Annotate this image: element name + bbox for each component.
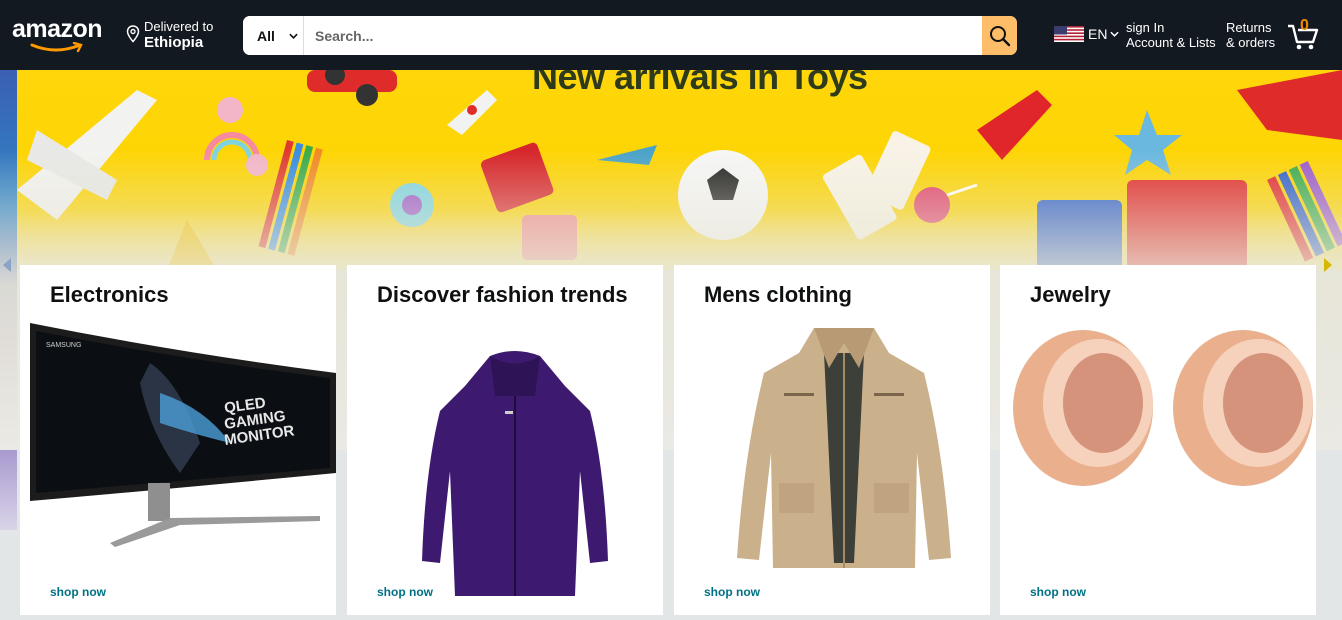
search-bar: All bbox=[243, 16, 1017, 55]
top-navbar: amazon Delivered to Ethiopia All Search.… bbox=[0, 0, 1342, 70]
search-category-label: All bbox=[257, 27, 275, 44]
cart-count: 0 bbox=[1300, 17, 1309, 34]
deliver-text: Delivered to Ethiopia bbox=[144, 19, 213, 53]
monitor-brand: SAMSUNG bbox=[46, 342, 81, 349]
returns-label: Returns bbox=[1226, 20, 1272, 35]
search-input[interactable] bbox=[304, 16, 982, 55]
orders-label: & orders bbox=[1226, 35, 1276, 50]
card-mens-clothing[interactable]: Mens clothing shop now bbox=[674, 265, 990, 615]
logo-text: amazon bbox=[12, 15, 103, 43]
qled-gaming-monitor-image: SAMSUNG QLED GAMING MONITOR bbox=[30, 323, 336, 547]
logo-smile-icon bbox=[30, 42, 83, 53]
sign-in-label: sign In bbox=[1126, 20, 1165, 35]
carousel-next-icon[interactable] bbox=[1324, 258, 1332, 272]
card-title: Jewelry bbox=[1030, 282, 1111, 307]
shop-now-link[interactable]: shop now bbox=[377, 585, 433, 599]
card-electronics[interactable]: Electronics SAMSUNG QLED GAMING MONITOR … bbox=[20, 265, 336, 615]
card-title: Electronics bbox=[50, 282, 169, 307]
chevron-down-icon bbox=[289, 33, 298, 39]
shop-now-link[interactable]: shop now bbox=[704, 585, 760, 599]
amazon-home-page: amazon Delivered to Ethiopia All Search.… bbox=[0, 0, 1342, 620]
card-jewelry[interactable]: Jewelry shop now bbox=[1000, 265, 1316, 615]
shop-now-link[interactable]: shop now bbox=[1030, 585, 1086, 599]
khaki-jacket-image bbox=[737, 328, 951, 568]
carousel-prev-icon[interactable] bbox=[3, 258, 11, 272]
us-flag-icon bbox=[1054, 26, 1084, 42]
deliver-country: Ethiopia bbox=[144, 34, 204, 51]
card-title: Discover fashion trends bbox=[377, 282, 628, 307]
deliver-label: Delivered to bbox=[144, 19, 214, 34]
card-title: Mens clothing bbox=[704, 282, 852, 307]
card-fashion[interactable]: Discover fashion trends shop now bbox=[347, 265, 663, 615]
purple-jacket-image bbox=[422, 351, 608, 596]
language-selector[interactable]: EN bbox=[1054, 26, 1120, 42]
search-button[interactable] bbox=[982, 16, 1017, 55]
deliver-to[interactable]: Delivered to Ethiopia bbox=[126, 19, 213, 53]
search-category-select[interactable]: All bbox=[243, 16, 304, 55]
shop-now-link[interactable]: shop now bbox=[50, 585, 106, 599]
language-code: EN bbox=[1088, 26, 1108, 42]
account-lists-label: Account & Lists bbox=[1126, 35, 1216, 50]
cart-button[interactable]: 0 bbox=[1286, 17, 1322, 52]
amazon-logo[interactable]: amazon bbox=[12, 15, 104, 53]
rose-gold-rings-image bbox=[1013, 330, 1313, 486]
returns-orders-link[interactable]: Returns & orders bbox=[1226, 20, 1275, 50]
search-icon bbox=[989, 25, 1010, 46]
account-menu[interactable]: sign In Account & Lists bbox=[1126, 20, 1216, 50]
location-pin-icon bbox=[126, 25, 140, 43]
chevron-down-icon bbox=[1110, 31, 1120, 37]
hero-title: New arrivals in Toys bbox=[532, 70, 868, 97]
